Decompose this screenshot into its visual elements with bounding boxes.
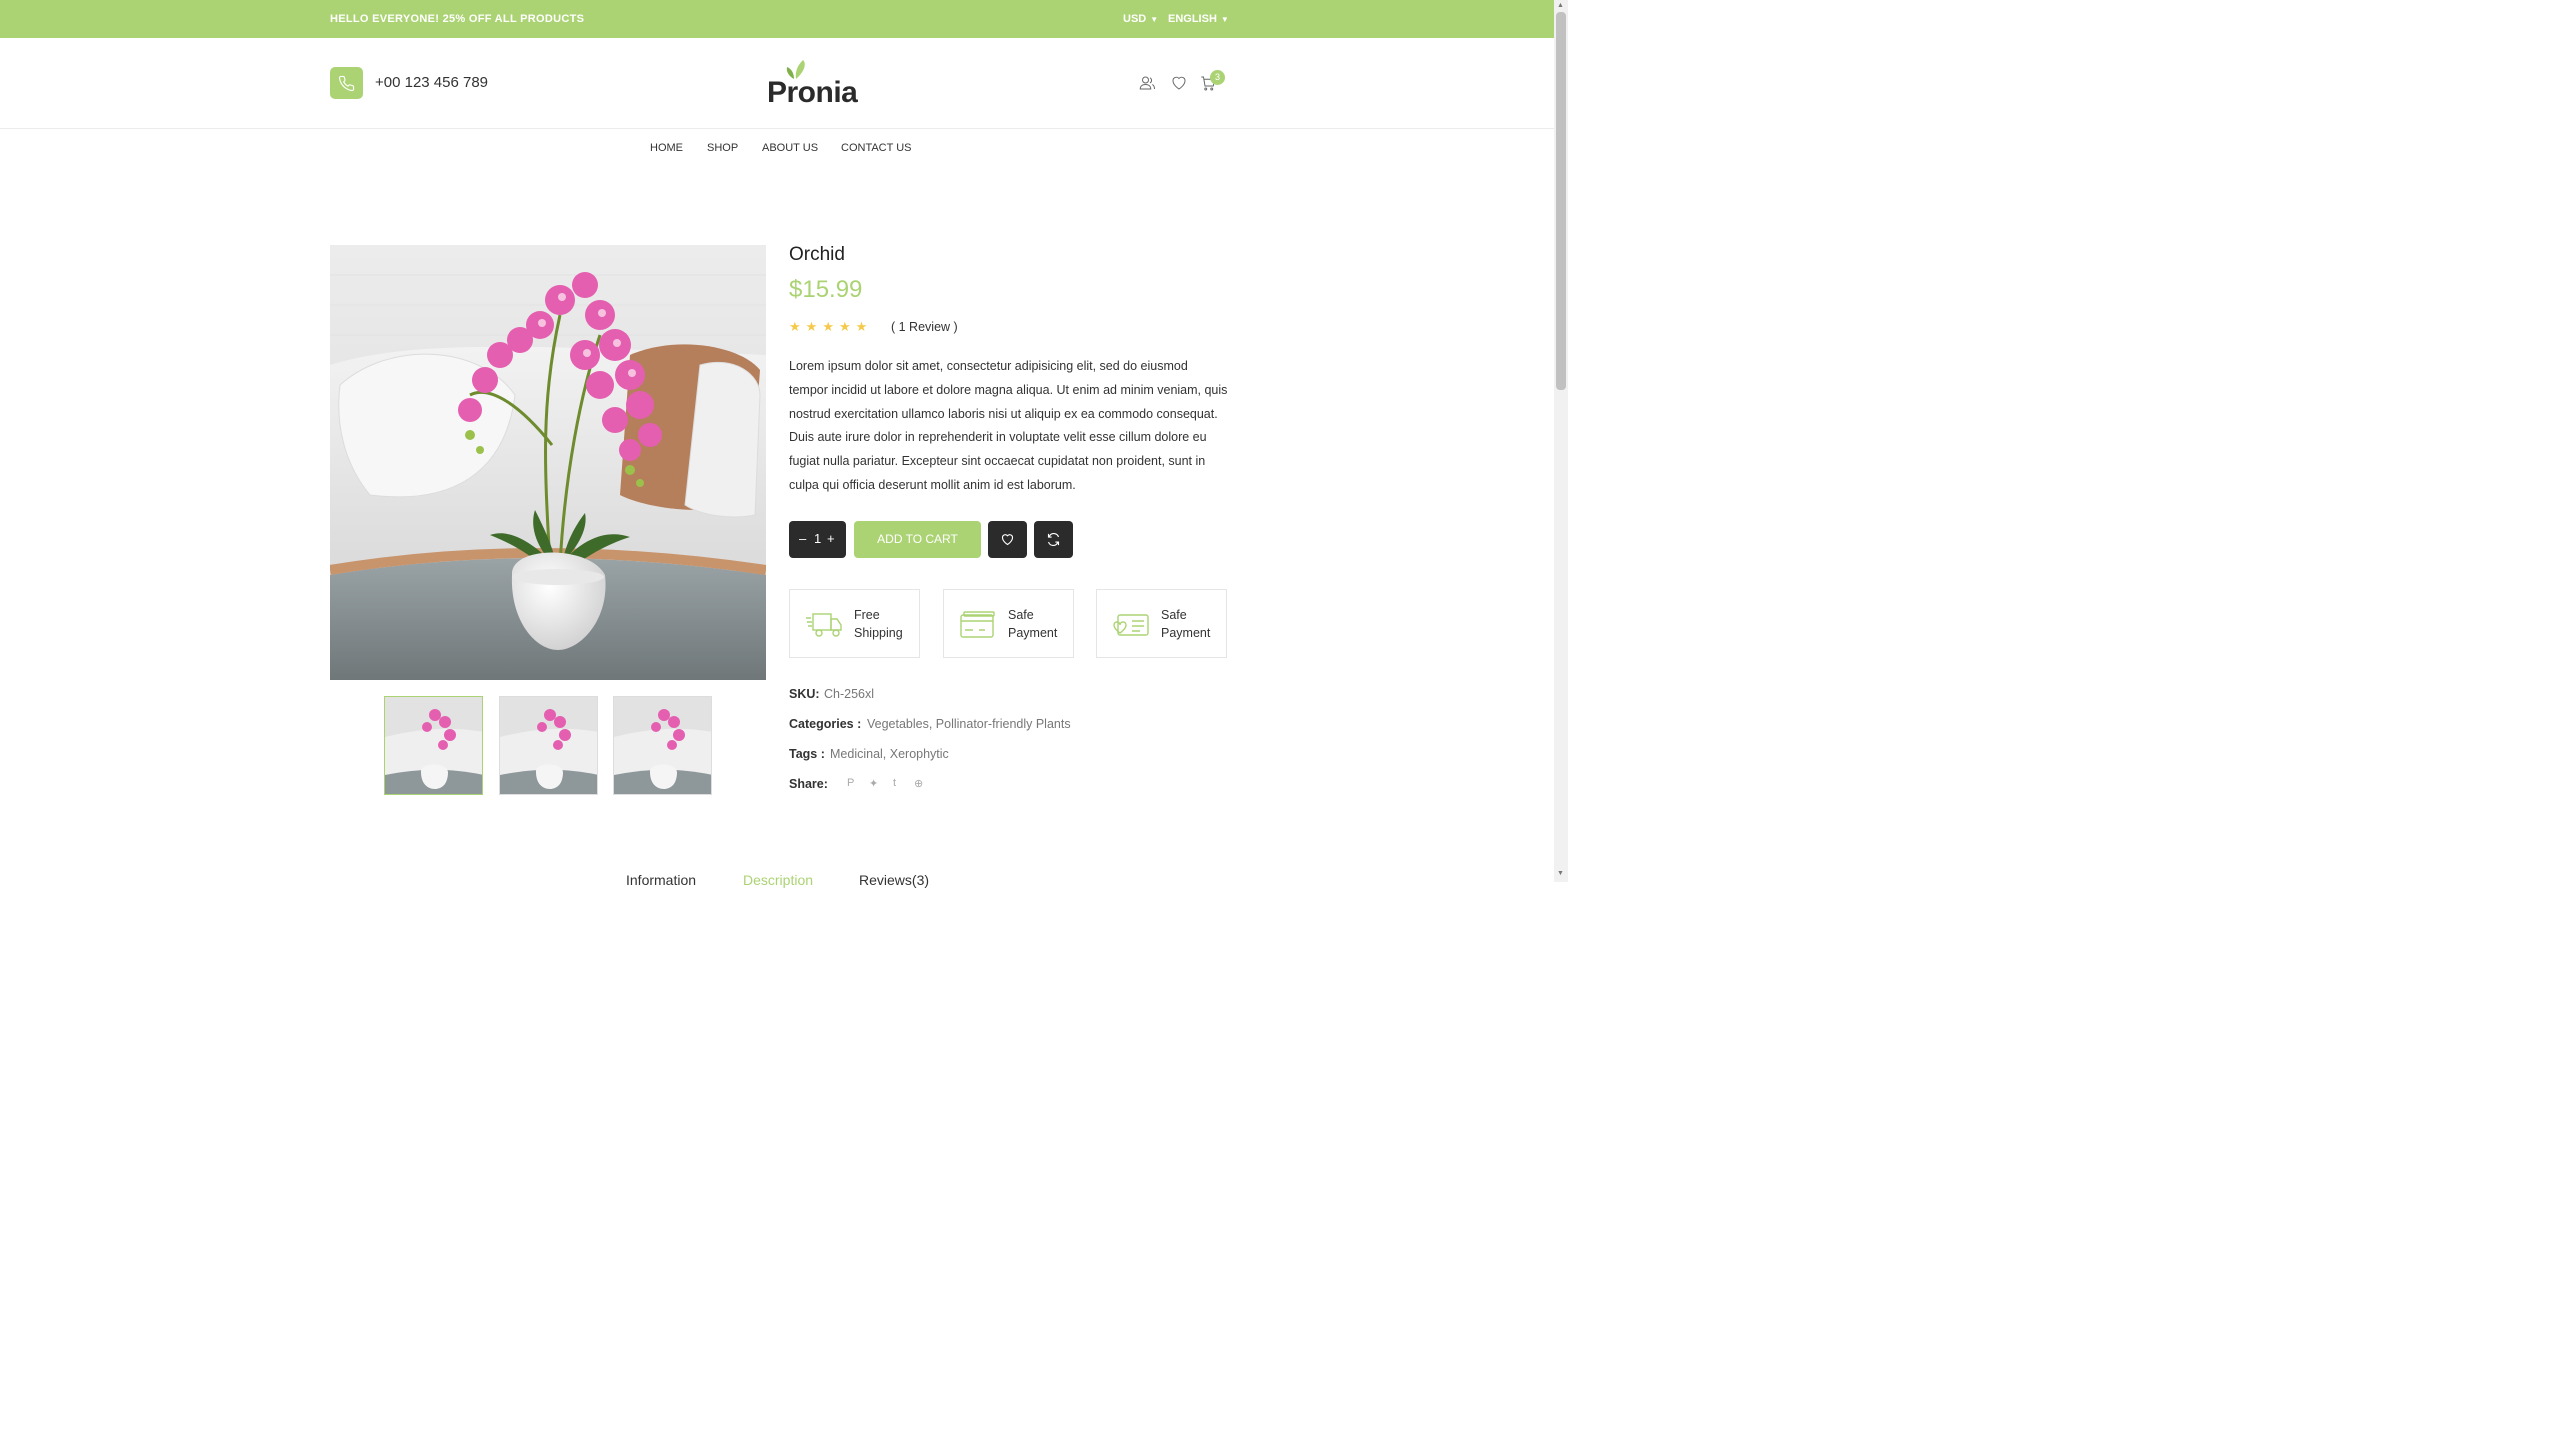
wallet-icon bbox=[1113, 614, 1149, 636]
categories-value[interactable]: Vegetables, Pollinator-friendly Plants bbox=[867, 717, 1071, 731]
tab-information[interactable]: Information bbox=[626, 872, 696, 888]
feature-label: Safe Payment bbox=[1161, 608, 1211, 640]
star-icon: ★ bbox=[789, 319, 801, 334]
nav-about-us[interactable]: ABOUT US bbox=[762, 142, 818, 154]
scrollbar-thumb[interactable] bbox=[1556, 12, 1566, 390]
currency-label: USD bbox=[1123, 13, 1147, 25]
product-thumbnail-2[interactable] bbox=[499, 696, 598, 795]
dribbble-icon[interactable]: ⊕ bbox=[914, 777, 923, 790]
logo-text: Pronia bbox=[767, 76, 858, 109]
sku-label: SKU: bbox=[789, 687, 820, 701]
language-select[interactable]: ENGLISH ▼ bbox=[1168, 13, 1229, 25]
tags-label: Tags : bbox=[789, 747, 825, 761]
product-title: Orchid bbox=[789, 244, 845, 265]
quantity-value[interactable]: 1 bbox=[814, 531, 821, 546]
site-header: +00 123 456 789 Pronia 3 bbox=[0, 38, 1554, 129]
refresh-icon bbox=[1047, 533, 1060, 546]
tab-description[interactable]: Description bbox=[743, 872, 813, 888]
minus-icon[interactable]: – bbox=[799, 531, 806, 546]
add-to-cart-button[interactable]: ADD TO CART bbox=[854, 521, 981, 558]
wishlist-button[interactable] bbox=[988, 521, 1027, 558]
top-bar: HELLO EVERYONE! 25% OFF ALL PRODUCTS USD… bbox=[0, 0, 1554, 38]
tab-reviews[interactable]: Reviews(3) bbox=[859, 872, 929, 888]
language-label: ENGLISH bbox=[1168, 13, 1217, 25]
share-label: Share: bbox=[789, 777, 828, 791]
twitter-icon[interactable]: ✦ bbox=[869, 777, 878, 790]
sku-value: Ch-256xl bbox=[824, 687, 875, 701]
card-icon bbox=[960, 611, 995, 638]
feature-safe-payment-2: Safe Payment bbox=[1096, 589, 1227, 658]
tags-value[interactable]: Medicinal, Xerophytic bbox=[830, 747, 949, 761]
feature-label: Free Shipping bbox=[854, 608, 903, 640]
truck-icon bbox=[806, 613, 842, 637]
product-main-image[interactable] bbox=[330, 245, 766, 680]
star-icon: ★ bbox=[822, 319, 834, 334]
pinterest-icon[interactable]: P bbox=[847, 777, 854, 789]
scroll-down-icon[interactable]: ▼ bbox=[1557, 870, 1564, 877]
product-price: $15.99 bbox=[789, 276, 863, 303]
chevron-down-icon: ▼ bbox=[1220, 15, 1229, 24]
chevron-down-icon: ▼ bbox=[1150, 15, 1159, 24]
star-icon: ★ bbox=[838, 319, 851, 334]
compare-button[interactable] bbox=[1034, 521, 1073, 558]
scroll-up-icon[interactable]: ▲ bbox=[1557, 2, 1564, 9]
star-icon: ★ bbox=[805, 319, 818, 334]
star-icon: ★ bbox=[855, 319, 868, 334]
phone-icon[interactable] bbox=[330, 67, 363, 99]
feature-label: Safe Payment bbox=[1008, 608, 1058, 640]
tumblr-icon[interactable]: t bbox=[893, 777, 896, 789]
page-scrollbar[interactable]: ▲ ▼ bbox=[1554, 0, 1568, 882]
product-thumbnail-3[interactable] bbox=[613, 696, 712, 795]
plus-icon[interactable]: + bbox=[827, 531, 835, 546]
currency-select[interactable]: USD ▼ bbox=[1123, 13, 1158, 25]
review-count[interactable]: ( 1 Review ) bbox=[891, 320, 958, 334]
cart-count-badge: 3 bbox=[1210, 70, 1225, 85]
promo-text: HELLO EVERYONE! 25% OFF ALL PRODUCTS bbox=[330, 13, 585, 25]
site-logo[interactable]: Pronia bbox=[762, 58, 862, 110]
heart-icon[interactable] bbox=[1170, 74, 1188, 92]
phone-number[interactable]: +00 123 456 789 bbox=[375, 74, 488, 91]
nav-contact-us[interactable]: CONTACT US bbox=[841, 142, 912, 154]
user-icon[interactable] bbox=[1138, 74, 1156, 92]
feature-free-shipping: Free Shipping bbox=[789, 589, 920, 658]
feature-safe-payment: Safe Payment bbox=[943, 589, 1074, 658]
product-thumbnail-1[interactable] bbox=[384, 696, 483, 795]
nav-home[interactable]: HOME bbox=[650, 142, 683, 154]
categories-label: Categories : bbox=[789, 717, 862, 731]
product-description: Lorem ipsum dolor sit amet, consectetur … bbox=[789, 359, 1228, 492]
heart-icon bbox=[1001, 534, 1014, 546]
rating-stars: ★ ★ ★ ★ ★ bbox=[789, 320, 867, 334]
quantity-stepper[interactable]: – 1 + bbox=[789, 521, 846, 558]
nav-shop[interactable]: SHOP bbox=[707, 142, 738, 154]
